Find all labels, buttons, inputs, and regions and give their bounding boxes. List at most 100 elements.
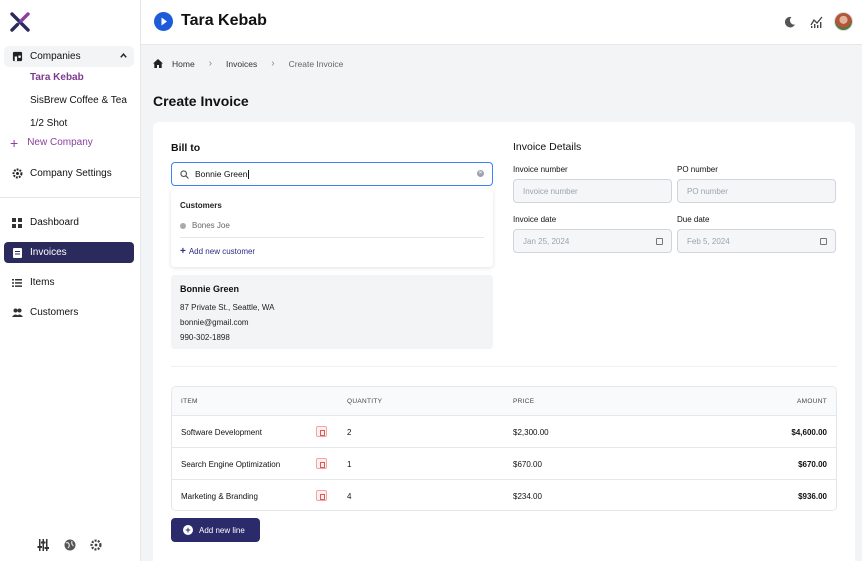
invoice-icon: [6, 247, 28, 258]
companies-toggle[interactable]: Companies: [4, 46, 134, 67]
sidebar-item-label: Items: [30, 277, 55, 288]
chevron-right-icon: ›: [208, 58, 213, 69]
item-quantity[interactable]: 2: [347, 428, 351, 437]
table-row: Software Development 2 $2,300.00 $4,600.…: [172, 416, 836, 448]
table-header: ITEM QUANTITY PRICE AMOUNT: [172, 387, 836, 416]
search-value: Bonnie Green: [195, 169, 248, 179]
sidebar-divider: [0, 197, 141, 198]
item-price[interactable]: $2,300.00: [513, 428, 549, 437]
app-logo-icon[interactable]: [10, 12, 30, 32]
customer-dropdown: Customers Bones Joe + Add new customer: [171, 189, 493, 267]
breadcrumb-current: Create Invoice: [288, 58, 344, 69]
section-divider: [171, 366, 837, 367]
new-company-label: New Company: [27, 137, 93, 148]
column-amount: AMOUNT: [797, 398, 827, 405]
add-new-line-button[interactable]: + Add new line: [171, 518, 260, 542]
calendar-icon[interactable]: [656, 238, 663, 245]
dropdown-customer-item[interactable]: Bones Joe: [180, 221, 230, 230]
top-header: Tara Kebab: [141, 0, 862, 45]
companies-label: Companies: [30, 51, 81, 62]
sidebar: Companies Tara Kebab SisBrew Coffee & Te…: [0, 0, 141, 561]
breadcrumb-invoices[interactable]: Invoices: [226, 59, 257, 69]
customer-phone: 990-302-1898: [180, 333, 230, 342]
company-settings-label: Company Settings: [30, 168, 112, 179]
item-price[interactable]: $234.00: [513, 492, 542, 501]
grid-icon: [6, 217, 28, 228]
users-icon: [6, 308, 28, 318]
line-items-table: ITEM QUANTITY PRICE AMOUNT Software Deve…: [171, 386, 837, 511]
sidebar-item-customers[interactable]: Customers: [4, 302, 134, 323]
chevron-up-icon[interactable]: [119, 51, 128, 60]
sidebar-item-label: Dashboard: [30, 217, 79, 228]
invoice-date-field[interactable]: Jan 25, 2024: [513, 229, 672, 253]
dropdown-customer-label: Bones Joe: [192, 221, 230, 230]
invoice-date-value: Jan 25, 2024: [523, 236, 570, 246]
sliders-icon[interactable]: [35, 537, 51, 553]
invoice-form-card: Bill to Bonnie Green ✕ Customers Bones J…: [153, 122, 855, 561]
moon-icon[interactable]: [781, 13, 799, 31]
sidebar-item-label: Invoices: [30, 247, 67, 258]
company-settings-link[interactable]: Company Settings: [4, 163, 134, 184]
column-price: PRICE: [513, 398, 535, 405]
plus-icon: +: [180, 246, 186, 257]
item-name[interactable]: Software Development: [181, 428, 262, 437]
breadcrumb-home[interactable]: Home: [172, 59, 195, 69]
item-name[interactable]: Search Engine Optimization: [181, 460, 280, 469]
customer-address-card: Bonnie Green 87 Private St., Seattle, WA…: [171, 275, 493, 349]
list-icon: [6, 278, 28, 287]
page-title: Create Invoice: [153, 93, 249, 109]
sidebar-item-items[interactable]: Items: [4, 272, 134, 293]
dropdown-divider: [180, 237, 484, 238]
add-new-line-label: Add new line: [199, 525, 245, 535]
invoice-date-label: Invoice date: [513, 215, 557, 224]
trash-icon[interactable]: [316, 426, 327, 437]
app-title: Tara Kebab: [181, 12, 267, 29]
globe-icon[interactable]: [62, 537, 78, 553]
new-company-button[interactable]: + New Company: [10, 134, 93, 151]
user-icon: [180, 222, 186, 229]
item-quantity[interactable]: 1: [347, 460, 351, 469]
calendar-icon[interactable]: [820, 238, 827, 245]
item-amount: $936.00: [798, 492, 827, 501]
store-icon: [6, 51, 28, 62]
due-date-label: Due date: [677, 215, 710, 224]
chevron-right-icon: ›: [271, 58, 275, 69]
breadcrumb: Home › Invoices › Create Invoice: [153, 58, 343, 69]
invoice-number-field[interactable]: Invoice number: [513, 179, 672, 203]
column-quantity: QUANTITY: [347, 398, 383, 405]
home-icon[interactable]: [153, 59, 163, 68]
trash-icon[interactable]: [316, 490, 327, 501]
customer-email: bonnie@gmail.com: [180, 318, 249, 327]
item-name[interactable]: Marketing & Branding: [181, 492, 258, 501]
customer-search-input[interactable]: Bonnie Green ✕: [171, 162, 493, 186]
company-item-half-shot[interactable]: 1/2 Shot: [30, 118, 67, 129]
due-date-field[interactable]: Feb 5, 2024: [677, 229, 836, 253]
sidebar-item-dashboard[interactable]: Dashboard: [4, 212, 134, 233]
plus-icon: +: [10, 134, 19, 151]
avatar[interactable]: [834, 12, 853, 31]
company-item-sisbrew[interactable]: SisBrew Coffee & Tea: [30, 95, 127, 106]
play-icon: [154, 12, 173, 31]
plus-circle-icon: +: [183, 525, 193, 535]
sidebar-item-invoices[interactable]: Invoices: [4, 242, 134, 263]
column-item: ITEM: [181, 398, 198, 405]
item-quantity[interactable]: 4: [347, 492, 351, 501]
po-number-field[interactable]: PO number: [677, 179, 836, 203]
table-row: Search Engine Optimization 1 $670.00 $67…: [172, 448, 836, 480]
table-row: Marketing & Branding 4 $234.00 $936.00: [172, 480, 836, 510]
search-icon: [180, 169, 189, 179]
po-number-label: PO number: [677, 165, 718, 174]
dropdown-heading: Customers: [180, 201, 222, 210]
item-amount: $4,600.00: [791, 428, 827, 437]
clear-icon[interactable]: ✕: [477, 170, 484, 177]
analytics-icon[interactable]: [807, 13, 825, 31]
add-new-customer-button[interactable]: + Add new customer: [180, 246, 255, 257]
text-caret: [248, 169, 250, 179]
gear-icon: [6, 168, 28, 179]
item-price[interactable]: $670.00: [513, 460, 542, 469]
due-date-value: Feb 5, 2024: [687, 236, 730, 246]
settings-gear-icon[interactable]: [88, 537, 104, 553]
company-item-tara-kebab[interactable]: Tara Kebab: [30, 72, 84, 83]
trash-icon[interactable]: [316, 458, 327, 469]
customer-name: Bonnie Green: [180, 284, 240, 294]
